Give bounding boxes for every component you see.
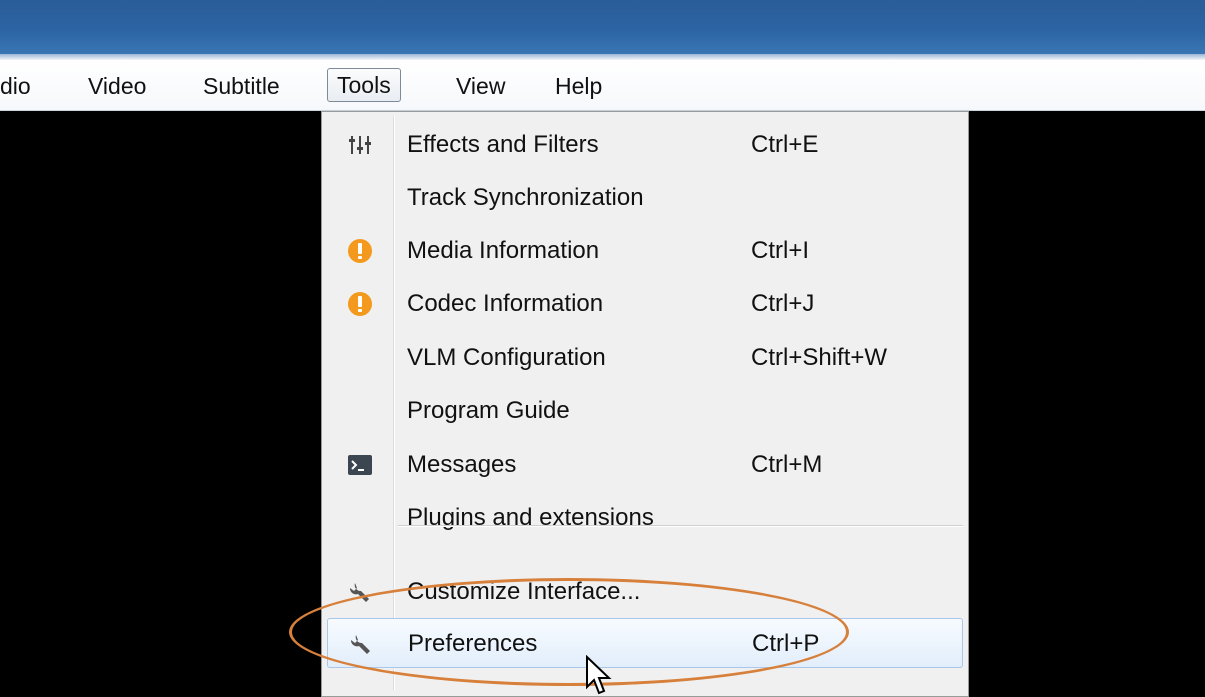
info-icon xyxy=(348,239,372,263)
menu-item-label: Codec Information xyxy=(407,290,604,317)
mouse-pointer-icon xyxy=(586,655,612,695)
menu-separator xyxy=(398,525,963,527)
menu-help[interactable]: Help xyxy=(555,72,602,100)
menu-item-label: Track Synchronization xyxy=(407,184,644,211)
menu-item-preferences[interactable]: Preferences Ctrl+P xyxy=(327,618,963,668)
menu-item-label: Messages xyxy=(407,451,517,478)
menu-item-codec-information[interactable]: Codec Information Ctrl+J xyxy=(327,279,963,329)
tools-menu: Effects and Filters Ctrl+E Track Synchro… xyxy=(321,111,969,697)
menu-item-shortcut: Ctrl+P xyxy=(752,630,820,657)
menu-item-label: Media Information xyxy=(407,237,600,264)
window-titlebar xyxy=(0,0,1205,54)
menu-item-label: VLM Configuration xyxy=(407,344,606,371)
menu-audio[interactable]: dio xyxy=(0,72,31,100)
info-icon xyxy=(348,292,372,316)
menu-item-label: Effects and Filters xyxy=(407,131,599,158)
menu-item-shortcut: Ctrl+M xyxy=(751,451,823,478)
equalizer-icon xyxy=(349,136,371,154)
menu-item-label: Preferences xyxy=(408,630,538,657)
menu-item-shortcut: Ctrl+E xyxy=(751,131,819,158)
menu-item-label: Customize Interface... xyxy=(407,578,641,605)
menu-bar: dio Video Subtitle Tools View Help xyxy=(0,60,1205,111)
menu-tools[interactable]: Tools xyxy=(327,68,401,102)
menu-item-track-synchronization[interactable]: Track Synchronization xyxy=(327,173,963,223)
wrench-icon xyxy=(349,583,369,602)
menu-item-vlm-configuration[interactable]: VLM Configuration Ctrl+Shift+W xyxy=(327,333,963,383)
menu-item-messages[interactable]: Messages Ctrl+M xyxy=(327,440,963,490)
menu-item-shortcut: Ctrl+Shift+W xyxy=(751,344,888,371)
menu-item-shortcut: Ctrl+I xyxy=(751,237,810,264)
menu-subtitle[interactable]: Subtitle xyxy=(203,72,280,100)
menu-video[interactable]: Video xyxy=(88,72,146,100)
menu-item-label: Program Guide xyxy=(407,397,570,424)
terminal-icon xyxy=(348,455,372,475)
menu-item-effects-and-filters[interactable]: Effects and Filters Ctrl+E xyxy=(327,120,963,170)
menu-item-customize-interface[interactable]: Customize Interface... xyxy=(327,567,963,617)
menu-item-media-information[interactable]: Media Information Ctrl+I xyxy=(327,226,963,276)
menu-view[interactable]: View xyxy=(456,72,505,100)
menu-item-label: Plugins and extensions xyxy=(407,504,654,531)
wrench-icon xyxy=(350,635,370,654)
menu-item-program-guide[interactable]: Program Guide xyxy=(327,386,963,436)
menu-item-shortcut: Ctrl+J xyxy=(751,290,815,317)
menu-item-plugins-and-extensions[interactable]: Plugins and extensions xyxy=(327,493,963,543)
